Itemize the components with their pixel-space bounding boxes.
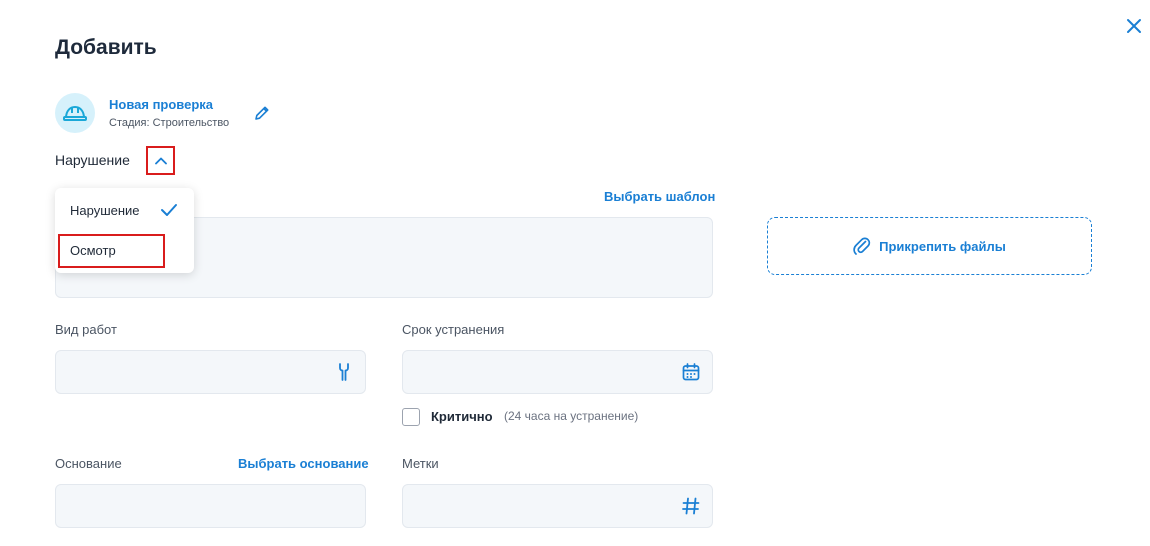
attach-files-button[interactable]: Прикрепить файлы bbox=[767, 217, 1092, 275]
basis-field[interactable] bbox=[55, 484, 366, 528]
pencil-icon bbox=[255, 106, 269, 120]
critical-note: (24 часа на устранение) bbox=[504, 409, 639, 423]
hard-hat-icon bbox=[63, 105, 87, 121]
close-button[interactable] bbox=[1124, 16, 1144, 36]
avatar bbox=[55, 93, 95, 133]
dropdown-item-inspection[interactable]: Осмотр bbox=[70, 243, 116, 258]
check-stage: Стадия: Строительство bbox=[109, 117, 230, 129]
chevron-up-icon bbox=[154, 157, 167, 164]
deadline-field[interactable] bbox=[402, 350, 713, 394]
critical-label: Критично bbox=[431, 409, 493, 424]
checkmark-icon bbox=[161, 204, 177, 216]
attach-files-label: Прикрепить файлы bbox=[879, 238, 1006, 254]
deadline-label: Срок устранения bbox=[402, 322, 505, 337]
close-icon bbox=[1127, 19, 1141, 33]
critical-checkbox[interactable] bbox=[402, 408, 420, 426]
record-type-toggle[interactable] bbox=[146, 146, 175, 175]
page-title: Добавить bbox=[55, 36, 157, 59]
paperclip-icon bbox=[853, 237, 871, 255]
choose-template-link[interactable]: Выбрать шаблон bbox=[604, 189, 715, 204]
tags-field[interactable] bbox=[402, 484, 713, 528]
basis-label: Основание bbox=[55, 456, 122, 471]
work-type-field[interactable] bbox=[55, 350, 366, 394]
tags-label: Метки bbox=[402, 456, 439, 471]
record-type-label: Нарушение bbox=[55, 152, 130, 168]
work-type-label: Вид работ bbox=[55, 322, 117, 337]
choose-basis-link[interactable]: Выбрать основание bbox=[238, 456, 369, 471]
wrench-icon bbox=[339, 363, 349, 381]
record-type-dropdown: Нарушение Осмотр bbox=[55, 188, 194, 273]
calendar-icon bbox=[682, 363, 700, 381]
hashtag-icon bbox=[682, 497, 700, 515]
check-name-link[interactable]: Новая проверка bbox=[109, 97, 213, 112]
edit-button[interactable] bbox=[253, 104, 271, 122]
dropdown-item-violation[interactable]: Нарушение bbox=[70, 203, 140, 218]
